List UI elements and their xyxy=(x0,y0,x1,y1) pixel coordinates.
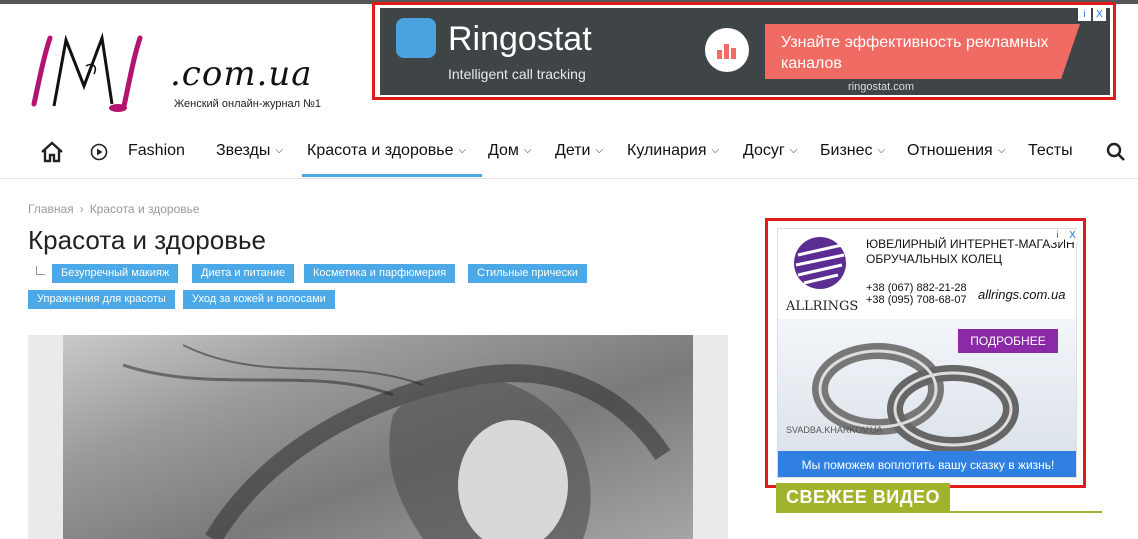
ad-side-heading: ЮВЕЛИРНЫЙ ИНТЕРНЕТ-МАГАЗИН ОБРУЧАЛЬНЫХ К… xyxy=(866,237,1075,266)
tag-skincare[interactable]: Уход за кожей и волосами xyxy=(183,290,335,309)
chevron-down-icon: ⌵ xyxy=(458,145,467,156)
nav-item-stars[interactable]: Звезды ⌵ xyxy=(216,142,283,160)
ad-close-icon[interactable]: X xyxy=(1066,229,1079,242)
fresh-video-underline xyxy=(776,511,1102,513)
nav-item-business[interactable]: Бизнес ⌵ xyxy=(820,142,885,160)
main-nav: Fashion Звезды ⌵ Красота и здоровье ⌵ Дом ⌵… xyxy=(0,130,1138,178)
chevron-down-icon: ⌵ xyxy=(877,145,886,156)
chevron-down-icon: ⌵ xyxy=(997,145,1006,156)
chevron-down-icon: ⌵ xyxy=(711,145,720,156)
tag-diet[interactable]: Диета и питание xyxy=(192,264,295,283)
ad-side-site: allrings.com.ua xyxy=(978,287,1066,302)
ad-choices[interactable]: i X xyxy=(1051,229,1079,242)
nav-item-leisure[interactable]: Досуг ⌵ xyxy=(743,142,797,160)
chevron-right-icon: › xyxy=(79,202,84,216)
breadcrumb-current: Красота и здоровье xyxy=(89,202,200,216)
breadcrumb-home[interactable]: Главная xyxy=(28,202,74,216)
ad-domain: ringostat.com xyxy=(848,81,915,93)
hero-image-frame xyxy=(28,335,728,539)
nav-separator xyxy=(0,178,1138,179)
ad-brand: Ringostat xyxy=(448,20,592,58)
chevron-down-icon: ⌵ xyxy=(275,145,283,156)
tree-elbow-icon xyxy=(36,266,45,275)
ad-banner-top[interactable]: Ringostat Intelligent call tracking Узна… xyxy=(372,2,1116,100)
nav-item-cooking[interactable]: Кулинария ⌵ xyxy=(627,142,719,160)
chart-icon xyxy=(705,28,749,72)
play-icon[interactable] xyxy=(90,143,108,161)
ad-side-phones: +38 (067) 882-21-28 +38 (095) 708-68-07 xyxy=(866,282,967,306)
nav-item-tests[interactable]: Тесты xyxy=(1028,142,1073,160)
ad-info-icon[interactable]: i xyxy=(1078,8,1091,21)
tag-exercise[interactable]: Упражнения для красоты xyxy=(28,290,175,309)
nav-item-kids[interactable]: Дети ⌵ xyxy=(555,142,603,160)
ad-cta[interactable]: Узнайте эффективность рекламных каналов xyxy=(765,24,1080,79)
ad-side-slogan: Мы поможем воплотить вашу сказку в жизнь… xyxy=(778,451,1076,477)
tag-makeup[interactable]: Безупречный макияж xyxy=(52,264,179,283)
hero-image[interactable] xyxy=(63,335,693,539)
tag-cosmetics[interactable]: Косметика и парфюмерия xyxy=(304,264,456,283)
breadcrumb: Главная › Красота и здоровье xyxy=(28,202,200,216)
chevron-down-icon: ⌵ xyxy=(595,145,604,156)
logo-mark xyxy=(31,32,143,112)
ad-close-icon[interactable]: X xyxy=(1093,8,1106,21)
ad-info-icon[interactable]: i xyxy=(1051,229,1064,242)
allrings-logo: ALLRINGS xyxy=(784,235,858,315)
nav-active-underline xyxy=(302,174,482,177)
nav-item-relations[interactable]: Отношения ⌵ xyxy=(907,142,1005,160)
fresh-video-heading: СВЕЖЕЕ ВИДЕО xyxy=(776,483,951,511)
site-logo[interactable]: .com.ua Женский онлайн-журнал №1 xyxy=(24,24,354,124)
home-icon[interactable] xyxy=(40,140,64,164)
nav-item-beauty[interactable]: Красота и здоровье ⌵ xyxy=(307,142,466,160)
nav-item-fashion[interactable]: Fashion xyxy=(128,142,185,160)
ad-watermark: SVADBA.KHARKOV.UA xyxy=(786,425,883,435)
ringostat-logo-icon xyxy=(396,18,436,58)
ad-choices[interactable]: i X xyxy=(1078,8,1106,21)
tag-hairstyles[interactable]: Стильные прически xyxy=(468,264,587,283)
logo-domain: .com.ua xyxy=(170,54,313,94)
page-title: Красота и здоровье xyxy=(28,225,267,255)
ad-subtitle: Intelligent call tracking xyxy=(448,66,586,82)
logo-tagline: Женский онлайн-журнал №1 xyxy=(174,98,322,110)
chevron-down-icon: ⌵ xyxy=(789,145,798,156)
chevron-down-icon: ⌵ xyxy=(523,145,532,156)
nav-item-home[interactable]: Дом ⌵ xyxy=(488,142,532,160)
search-icon[interactable] xyxy=(1106,142,1126,162)
ad-banner-side[interactable]: ALLRINGS ЮВЕЛИРНЫЙ ИНТЕРНЕТ-МАГАЗИН ОБРУ… xyxy=(765,218,1086,488)
ad-more-button[interactable]: ПОДРОБНЕЕ xyxy=(958,329,1058,353)
